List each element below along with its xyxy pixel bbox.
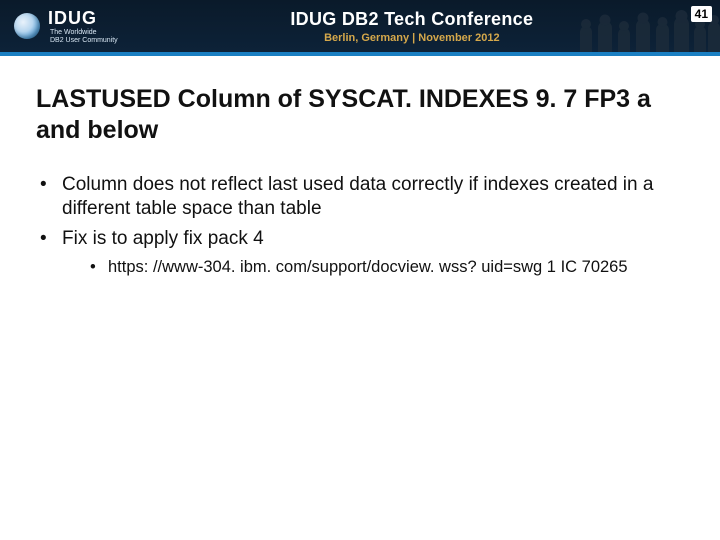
logo-sub-l1: The Worldwide [50, 29, 97, 36]
logo-block: IDUG The Worldwide DB2 User Community [14, 8, 118, 44]
logo-text: IDUG [48, 8, 118, 29]
slide-header: IDUG The Worldwide DB2 User Community ID… [0, 0, 720, 56]
sub-bullet-list: https: //www-304. ibm. com/support/docvi… [62, 257, 684, 278]
page-number: 41 [691, 6, 712, 22]
list-item: Column does not reflect last used data c… [40, 173, 684, 222]
slide-content: LASTUSED Column of SYSCAT. INDEXES 9. 7 … [0, 56, 720, 279]
logo-sub-l2: DB2 User Community [50, 37, 118, 44]
list-item: Fix is to apply fix pack 4 https: //www-… [40, 227, 684, 279]
list-item-text: Fix is to apply fix pack 4 [62, 228, 264, 249]
list-item: https: //www-304. ibm. com/support/docvi… [90, 257, 684, 278]
bullet-list: Column does not reflect last used data c… [36, 173, 684, 279]
logo-swirl-icon [14, 13, 40, 39]
slide-title: LASTUSED Column of SYSCAT. INDEXES 9. 7 … [36, 84, 656, 147]
logo-text-wrap: IDUG The Worldwide DB2 User Community [48, 8, 118, 44]
logo-sub: The Worldwide DB2 User Community [50, 29, 118, 44]
